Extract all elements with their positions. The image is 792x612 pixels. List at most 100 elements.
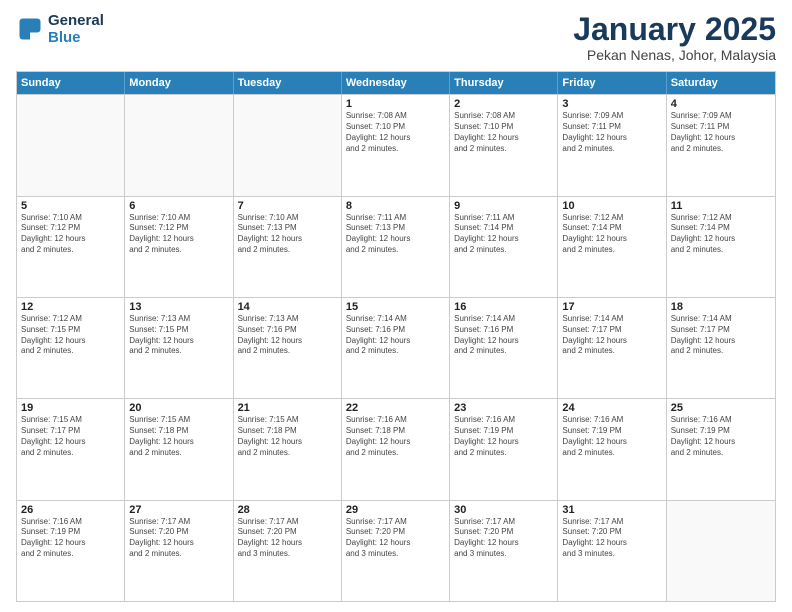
day-number: 1 — [346, 98, 445, 110]
header: General Blue January 2025 Pekan Nenas, J… — [16, 12, 776, 63]
day-info: Sunrise: 7:08 AM Sunset: 7:10 PM Dayligh… — [454, 111, 553, 154]
calendar-cell — [125, 95, 233, 195]
logo-icon — [16, 15, 44, 43]
calendar: SundayMondayTuesdayWednesdayThursdayFrid… — [16, 71, 776, 602]
day-info: Sunrise: 7:16 AM Sunset: 7:18 PM Dayligh… — [346, 415, 445, 458]
calendar-cell — [234, 95, 342, 195]
day-number: 14 — [238, 301, 337, 313]
calendar-cell: 10Sunrise: 7:12 AM Sunset: 7:14 PM Dayli… — [558, 197, 666, 297]
calendar-header-cell: Tuesday — [234, 72, 342, 94]
day-info: Sunrise: 7:15 AM Sunset: 7:18 PM Dayligh… — [129, 415, 228, 458]
calendar-row: 26Sunrise: 7:16 AM Sunset: 7:19 PM Dayli… — [17, 500, 775, 601]
calendar-cell — [667, 501, 775, 601]
day-number: 4 — [671, 98, 771, 110]
day-info: Sunrise: 7:09 AM Sunset: 7:11 PM Dayligh… — [562, 111, 661, 154]
calendar-row: 12Sunrise: 7:12 AM Sunset: 7:15 PM Dayli… — [17, 297, 775, 398]
day-number: 9 — [454, 200, 553, 212]
calendar-cell: 22Sunrise: 7:16 AM Sunset: 7:18 PM Dayli… — [342, 399, 450, 499]
calendar-header-cell: Sunday — [17, 72, 125, 94]
day-info: Sunrise: 7:17 AM Sunset: 7:20 PM Dayligh… — [346, 517, 445, 560]
calendar-cell: 13Sunrise: 7:13 AM Sunset: 7:15 PM Dayli… — [125, 298, 233, 398]
calendar-row: 5Sunrise: 7:10 AM Sunset: 7:12 PM Daylig… — [17, 196, 775, 297]
day-info: Sunrise: 7:15 AM Sunset: 7:17 PM Dayligh… — [21, 415, 120, 458]
day-number: 20 — [129, 402, 228, 414]
calendar-cell: 12Sunrise: 7:12 AM Sunset: 7:15 PM Dayli… — [17, 298, 125, 398]
day-number: 30 — [454, 504, 553, 516]
day-info: Sunrise: 7:17 AM Sunset: 7:20 PM Dayligh… — [238, 517, 337, 560]
day-info: Sunrise: 7:08 AM Sunset: 7:10 PM Dayligh… — [346, 111, 445, 154]
calendar-cell: 29Sunrise: 7:17 AM Sunset: 7:20 PM Dayli… — [342, 501, 450, 601]
day-number: 26 — [21, 504, 120, 516]
day-number: 19 — [21, 402, 120, 414]
day-info: Sunrise: 7:13 AM Sunset: 7:16 PM Dayligh… — [238, 314, 337, 357]
calendar-cell: 15Sunrise: 7:14 AM Sunset: 7:16 PM Dayli… — [342, 298, 450, 398]
day-number: 11 — [671, 200, 771, 212]
calendar-cell: 17Sunrise: 7:14 AM Sunset: 7:17 PM Dayli… — [558, 298, 666, 398]
day-info: Sunrise: 7:17 AM Sunset: 7:20 PM Dayligh… — [129, 517, 228, 560]
day-number: 2 — [454, 98, 553, 110]
day-number: 31 — [562, 504, 661, 516]
calendar-cell: 4Sunrise: 7:09 AM Sunset: 7:11 PM Daylig… — [667, 95, 775, 195]
calendar-cell: 21Sunrise: 7:15 AM Sunset: 7:18 PM Dayli… — [234, 399, 342, 499]
day-number: 24 — [562, 402, 661, 414]
calendar-header-cell: Friday — [558, 72, 666, 94]
calendar-header-cell: Thursday — [450, 72, 558, 94]
day-info: Sunrise: 7:10 AM Sunset: 7:13 PM Dayligh… — [238, 213, 337, 256]
day-number: 15 — [346, 301, 445, 313]
day-number: 23 — [454, 402, 553, 414]
day-number: 7 — [238, 200, 337, 212]
day-number: 28 — [238, 504, 337, 516]
calendar-cell: 31Sunrise: 7:17 AM Sunset: 7:20 PM Dayli… — [558, 501, 666, 601]
day-info: Sunrise: 7:10 AM Sunset: 7:12 PM Dayligh… — [129, 213, 228, 256]
calendar-row: 19Sunrise: 7:15 AM Sunset: 7:17 PM Dayli… — [17, 398, 775, 499]
day-info: Sunrise: 7:14 AM Sunset: 7:16 PM Dayligh… — [346, 314, 445, 357]
day-info: Sunrise: 7:13 AM Sunset: 7:15 PM Dayligh… — [129, 314, 228, 357]
day-number: 13 — [129, 301, 228, 313]
calendar-cell: 20Sunrise: 7:15 AM Sunset: 7:18 PM Dayli… — [125, 399, 233, 499]
calendar-cell: 3Sunrise: 7:09 AM Sunset: 7:11 PM Daylig… — [558, 95, 666, 195]
day-info: Sunrise: 7:14 AM Sunset: 7:16 PM Dayligh… — [454, 314, 553, 357]
day-info: Sunrise: 7:14 AM Sunset: 7:17 PM Dayligh… — [562, 314, 661, 357]
calendar-cell: 30Sunrise: 7:17 AM Sunset: 7:20 PM Dayli… — [450, 501, 558, 601]
day-number: 18 — [671, 301, 771, 313]
calendar-cell — [17, 95, 125, 195]
day-info: Sunrise: 7:16 AM Sunset: 7:19 PM Dayligh… — [562, 415, 661, 458]
day-info: Sunrise: 7:12 AM Sunset: 7:14 PM Dayligh… — [671, 213, 771, 256]
calendar-row: 1Sunrise: 7:08 AM Sunset: 7:10 PM Daylig… — [17, 94, 775, 195]
day-number: 17 — [562, 301, 661, 313]
calendar-cell: 8Sunrise: 7:11 AM Sunset: 7:13 PM Daylig… — [342, 197, 450, 297]
logo-text: General Blue — [48, 12, 104, 47]
day-info: Sunrise: 7:17 AM Sunset: 7:20 PM Dayligh… — [454, 517, 553, 560]
day-number: 10 — [562, 200, 661, 212]
calendar-cell: 26Sunrise: 7:16 AM Sunset: 7:19 PM Dayli… — [17, 501, 125, 601]
calendar-cell: 5Sunrise: 7:10 AM Sunset: 7:12 PM Daylig… — [17, 197, 125, 297]
calendar-cell: 23Sunrise: 7:16 AM Sunset: 7:19 PM Dayli… — [450, 399, 558, 499]
day-info: Sunrise: 7:14 AM Sunset: 7:17 PM Dayligh… — [671, 314, 771, 357]
day-number: 12 — [21, 301, 120, 313]
calendar-cell: 24Sunrise: 7:16 AM Sunset: 7:19 PM Dayli… — [558, 399, 666, 499]
calendar-cell: 18Sunrise: 7:14 AM Sunset: 7:17 PM Dayli… — [667, 298, 775, 398]
calendar-cell: 9Sunrise: 7:11 AM Sunset: 7:14 PM Daylig… — [450, 197, 558, 297]
calendar-cell: 1Sunrise: 7:08 AM Sunset: 7:10 PM Daylig… — [342, 95, 450, 195]
day-number: 3 — [562, 98, 661, 110]
day-info: Sunrise: 7:11 AM Sunset: 7:13 PM Dayligh… — [346, 213, 445, 256]
calendar-cell: 28Sunrise: 7:17 AM Sunset: 7:20 PM Dayli… — [234, 501, 342, 601]
calendar-cell: 2Sunrise: 7:08 AM Sunset: 7:10 PM Daylig… — [450, 95, 558, 195]
day-info: Sunrise: 7:12 AM Sunset: 7:15 PM Dayligh… — [21, 314, 120, 357]
logo-area: General Blue — [16, 12, 104, 47]
day-number: 21 — [238, 402, 337, 414]
calendar-header-row: SundayMondayTuesdayWednesdayThursdayFrid… — [17, 72, 775, 94]
location-title: Pekan Nenas, Johor, Malaysia — [573, 47, 776, 63]
page: General Blue January 2025 Pekan Nenas, J… — [0, 0, 792, 612]
day-number: 22 — [346, 402, 445, 414]
calendar-header-cell: Monday — [125, 72, 233, 94]
day-info: Sunrise: 7:10 AM Sunset: 7:12 PM Dayligh… — [21, 213, 120, 256]
day-info: Sunrise: 7:17 AM Sunset: 7:20 PM Dayligh… — [562, 517, 661, 560]
month-title: January 2025 — [573, 12, 776, 47]
calendar-cell: 7Sunrise: 7:10 AM Sunset: 7:13 PM Daylig… — [234, 197, 342, 297]
day-info: Sunrise: 7:12 AM Sunset: 7:14 PM Dayligh… — [562, 213, 661, 256]
day-info: Sunrise: 7:16 AM Sunset: 7:19 PM Dayligh… — [454, 415, 553, 458]
calendar-cell: 16Sunrise: 7:14 AM Sunset: 7:16 PM Dayli… — [450, 298, 558, 398]
day-number: 6 — [129, 200, 228, 212]
day-info: Sunrise: 7:09 AM Sunset: 7:11 PM Dayligh… — [671, 111, 771, 154]
